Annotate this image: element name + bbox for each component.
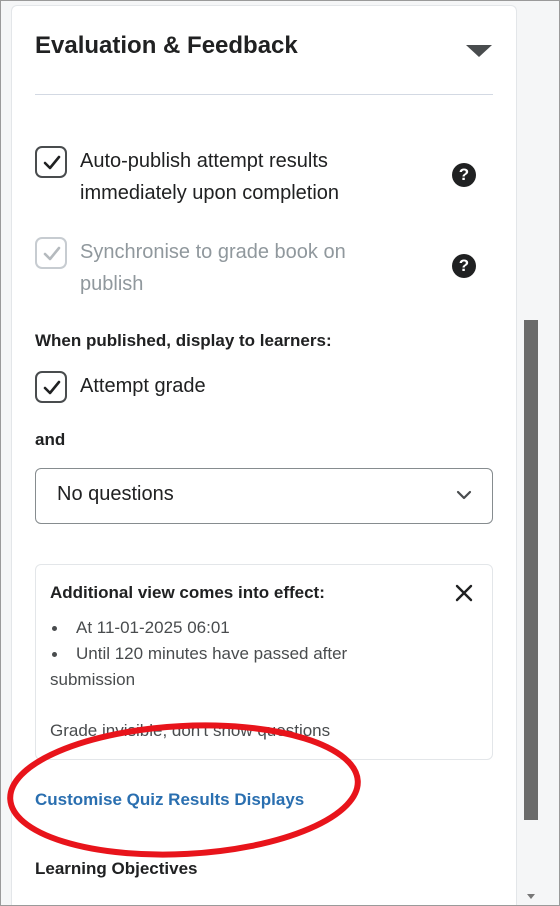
screenshot-frame bbox=[0, 0, 560, 906]
